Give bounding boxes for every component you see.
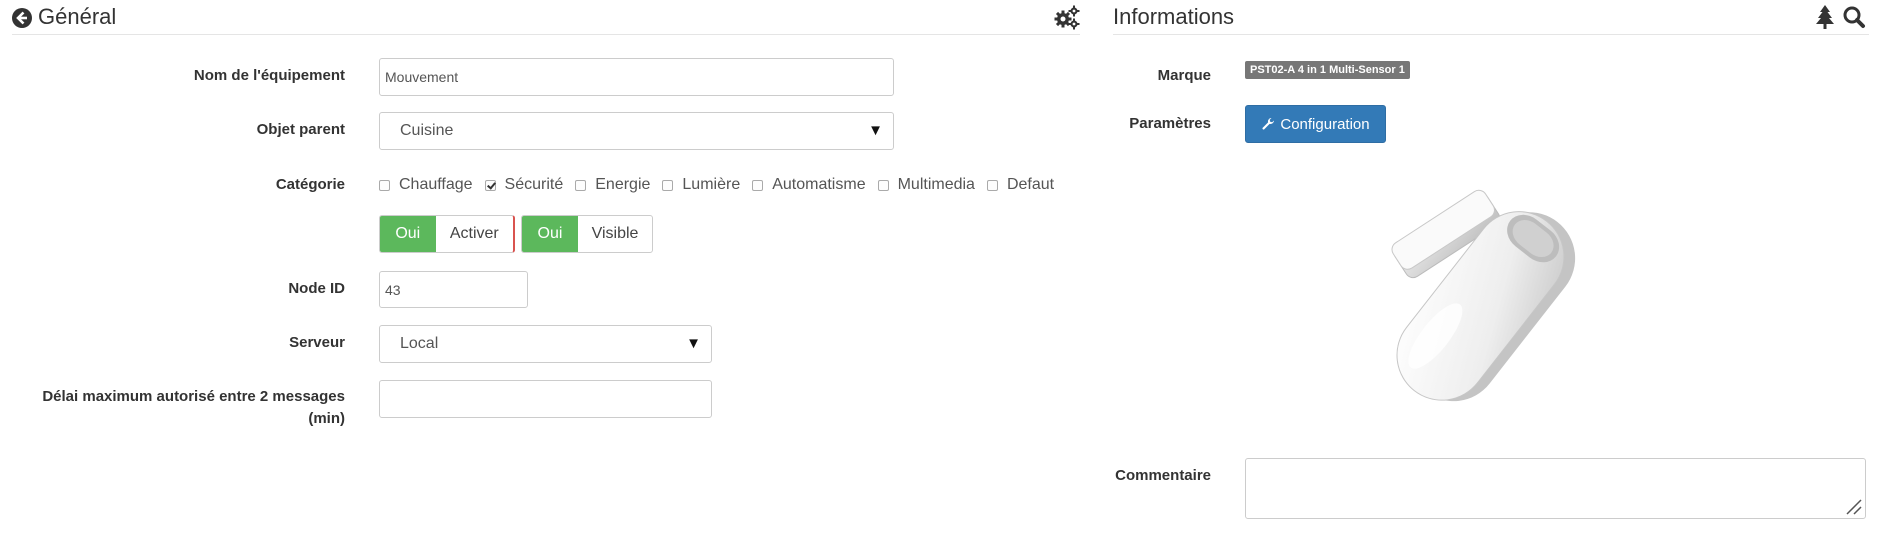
parent-select[interactable]: Cuisine ▼ <box>379 112 894 150</box>
caret-down-icon: ▼ <box>686 335 701 352</box>
node-id-label: Node ID <box>288 280 345 297</box>
informations-panel-header: Informations <box>1113 0 1869 35</box>
brand-label: Marque <box>1157 67 1211 84</box>
configuration-button-label: Configuration <box>1280 115 1370 133</box>
activer-toggle-state: Oui <box>380 216 436 252</box>
delay-input[interactable] <box>379 380 712 418</box>
general-title: Général <box>38 4 117 29</box>
category-label-text: Lumière <box>682 176 741 193</box>
category-label-text: Defaut <box>1006 176 1055 193</box>
node-id-input[interactable] <box>379 271 528 308</box>
arrow-circle-left-icon[interactable] <box>12 8 32 28</box>
wrench-icon <box>1261 117 1275 131</box>
category-securite[interactable]: Sécurité <box>484 176 564 194</box>
visible-toggle-label: Visible <box>591 225 639 242</box>
visible-toggle-state: Oui <box>522 216 578 252</box>
informations-title: Informations <box>1113 4 1235 29</box>
checkbox[interactable] <box>575 179 587 191</box>
delay-label-line2: (min) <box>308 410 345 427</box>
configuration-button[interactable]: Configuration <box>1245 105 1386 143</box>
activer-toggle[interactable]: Oui Activer <box>379 215 515 253</box>
category-label-text: Energie <box>595 176 651 193</box>
caret-down-icon: ▼ <box>868 122 883 139</box>
checkbox[interactable] <box>752 179 764 191</box>
checkbox[interactable] <box>877 179 889 191</box>
delay-label: Délai maximum autorisé entre 2 messages … <box>10 386 345 430</box>
general-panel-header: Général <box>12 0 1080 35</box>
activer-toggle-label: Activer <box>449 225 499 242</box>
category-defaut[interactable]: Defaut <box>986 176 1055 194</box>
name-input[interactable] <box>379 58 894 96</box>
server-select-value: Local <box>400 335 439 352</box>
params-label: Paramètres <box>1129 115 1211 132</box>
parent-select-value: Cuisine <box>400 122 454 139</box>
name-label: Nom de l'équipement <box>193 67 345 84</box>
category-checkbox-group: Chauffage Sécurité Energie Lumière Autom… <box>379 173 1066 197</box>
visible-toggle[interactable]: Oui Visible <box>521 215 653 253</box>
category-automatisme[interactable]: Automatisme <box>752 176 866 194</box>
comment-label: Commentaire <box>1115 467 1211 484</box>
delay-label-line1: Délai maximum autorisé entre 2 messages <box>42 388 345 405</box>
checkbox-checked[interactable] <box>484 179 496 191</box>
category-energie[interactable]: Energie <box>575 176 650 194</box>
category-label-text: Chauffage <box>399 176 473 193</box>
category-label-text: Sécurité <box>504 176 564 193</box>
tree-icon[interactable] <box>1814 4 1836 30</box>
gears-icon[interactable] <box>1054 4 1080 30</box>
server-label: Serveur <box>289 334 345 351</box>
category-chauffage[interactable]: Chauffage <box>379 176 473 194</box>
resize-handle-icon[interactable] <box>1843 496 1863 516</box>
category-label-text: Automatisme <box>772 176 866 193</box>
category-label-text: Multimedia <box>897 176 975 193</box>
checkbox[interactable] <box>662 179 674 191</box>
brand-badge: PST02-A 4 in 1 Multi-Sensor 1 <box>1245 61 1410 79</box>
device-image <box>1391 189 1576 402</box>
search-icon[interactable] <box>1842 4 1866 30</box>
comment-textarea[interactable] <box>1245 458 1866 519</box>
parent-label: Objet parent <box>256 121 345 138</box>
category-label: Catégorie <box>275 176 345 193</box>
category-lumiere[interactable]: Lumière <box>662 176 740 194</box>
checkbox[interactable] <box>986 179 998 191</box>
checkbox[interactable] <box>379 179 390 191</box>
category-multimedia[interactable]: Multimedia <box>877 176 975 194</box>
server-select[interactable]: Local ▼ <box>379 325 712 363</box>
